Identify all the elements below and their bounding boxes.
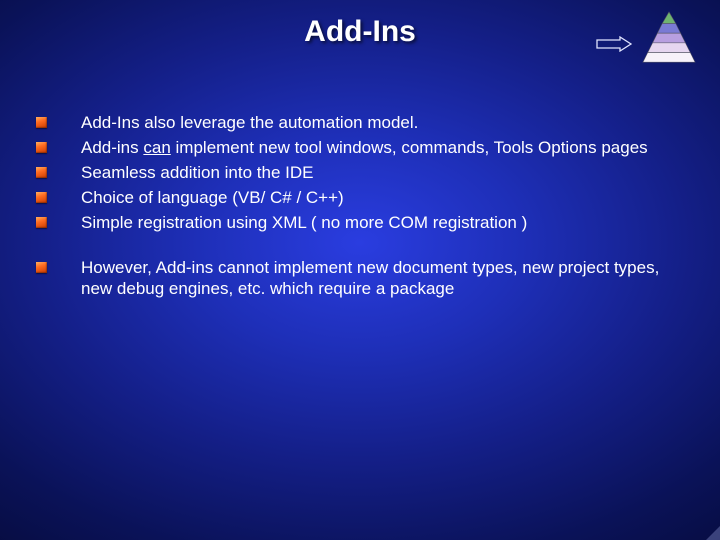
slide: Add-Ins Add-Ins also leverage the automa… <box>0 0 720 540</box>
bullet-text: Simple registration using XML ( no more … <box>81 212 684 233</box>
pyramid-icon <box>640 10 698 68</box>
list-item: Simple registration using XML ( no more … <box>36 212 684 233</box>
list-item: Choice of language (VB/ C# / C++) <box>36 187 684 208</box>
bullet-text: Choice of language (VB/ C# / C++) <box>81 187 684 208</box>
bullet-icon <box>36 192 47 203</box>
corner-fold-icon <box>706 526 720 540</box>
bullet-icon <box>36 142 47 153</box>
list-item: However, Add-ins cannot implement new do… <box>36 257 684 299</box>
list-item: Add-Ins also leverage the automation mod… <box>36 112 684 133</box>
bullet-text: Add-Ins also leverage the automation mod… <box>81 112 684 133</box>
arrow-icon <box>596 36 632 52</box>
bullet-icon <box>36 262 47 273</box>
list-item: Seamless addition into the IDE <box>36 162 684 183</box>
bullet-icon <box>36 167 47 178</box>
bullet-text-pre: Add-ins <box>81 138 143 157</box>
bullet-icon <box>36 117 47 128</box>
list-item: Add-ins can implement new tool windows, … <box>36 137 684 158</box>
content-area: Add-Ins also leverage the automation mod… <box>36 112 684 303</box>
bullet-text: Seamless addition into the IDE <box>81 162 684 183</box>
bullet-text-underlined: can <box>143 138 170 157</box>
bullet-text: Add-ins can implement new tool windows, … <box>81 137 684 158</box>
bullet-icon <box>36 217 47 228</box>
bullet-text: However, Add-ins cannot implement new do… <box>81 257 684 299</box>
bullet-text-post: implement new tool windows, commands, To… <box>171 138 648 157</box>
